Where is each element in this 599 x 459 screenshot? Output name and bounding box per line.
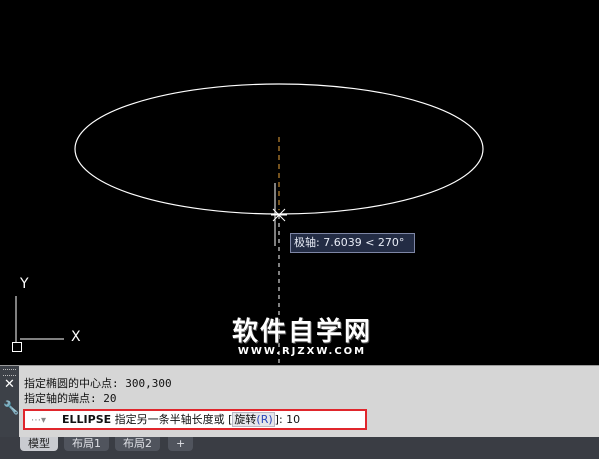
prompt-text: 指定另一条半轴长度或 bbox=[114, 413, 225, 426]
wrench-icon[interactable]: 🔧 bbox=[3, 402, 19, 416]
polar-tooltip: 极轴: 7.6039 < 270° bbox=[290, 233, 415, 253]
drawing-svg bbox=[15, 83, 484, 365]
option-close: ]: bbox=[274, 413, 283, 426]
command-dropdown-icon[interactable]: ⋯▾ bbox=[31, 412, 46, 429]
ucs-x-label: X bbox=[71, 329, 81, 345]
command-window: ✕ 🔧 指定椭圆的中心点: 300,300 指定轴的端点: 20 ⋯▾ ELLI… bbox=[0, 365, 599, 438]
watermark: 软件自学网 WWW.RJZXW.COM bbox=[232, 318, 372, 358]
close-icon[interactable]: ✕ bbox=[4, 378, 15, 392]
option-rotate[interactable]: 旋转(R) bbox=[232, 412, 275, 427]
tab-model[interactable]: 模型 bbox=[20, 437, 58, 451]
grip-icon[interactable] bbox=[3, 369, 16, 376]
history-line: 指定轴的端点: 20 bbox=[24, 392, 117, 405]
option-label: 旋转 bbox=[234, 413, 257, 426]
command-input[interactable]: ⋯▾ ELLIPSE 指定另一条半轴长度或 [旋转(R)]: 10 bbox=[23, 409, 367, 430]
tab-add-button[interactable]: + bbox=[168, 437, 194, 451]
command-name: ELLIPSE bbox=[62, 413, 112, 426]
watermark-title: 软件自学网 bbox=[232, 317, 373, 347]
option-key: (R) bbox=[256, 413, 273, 426]
command-prompt: ELLIPSE 指定另一条半轴长度或 [旋转(R)]: 10 bbox=[62, 411, 300, 428]
command-history: 指定椭圆的中心点: 300,300 指定轴的端点: 20 bbox=[24, 376, 172, 406]
watermark-url: WWW.RJZXW.COM bbox=[237, 346, 367, 357]
command-window-sidebar: ✕ 🔧 bbox=[0, 366, 19, 438]
tab-layout2[interactable]: 布局2 bbox=[115, 437, 160, 451]
drawing-canvas[interactable]: 极轴: 7.6039 < 270° Y X 软件自学网 WWW.RJZXW.CO… bbox=[0, 0, 599, 365]
ucs-origin-icon bbox=[12, 342, 22, 352]
history-line: 指定椭圆的中心点: 300,300 bbox=[24, 377, 172, 390]
ucs-y-label: Y bbox=[20, 276, 29, 292]
layout-tabs: 模型 布局1 布局2 + bbox=[0, 437, 599, 459]
tab-layout1[interactable]: 布局1 bbox=[64, 437, 109, 451]
input-value: 10 bbox=[286, 413, 301, 426]
